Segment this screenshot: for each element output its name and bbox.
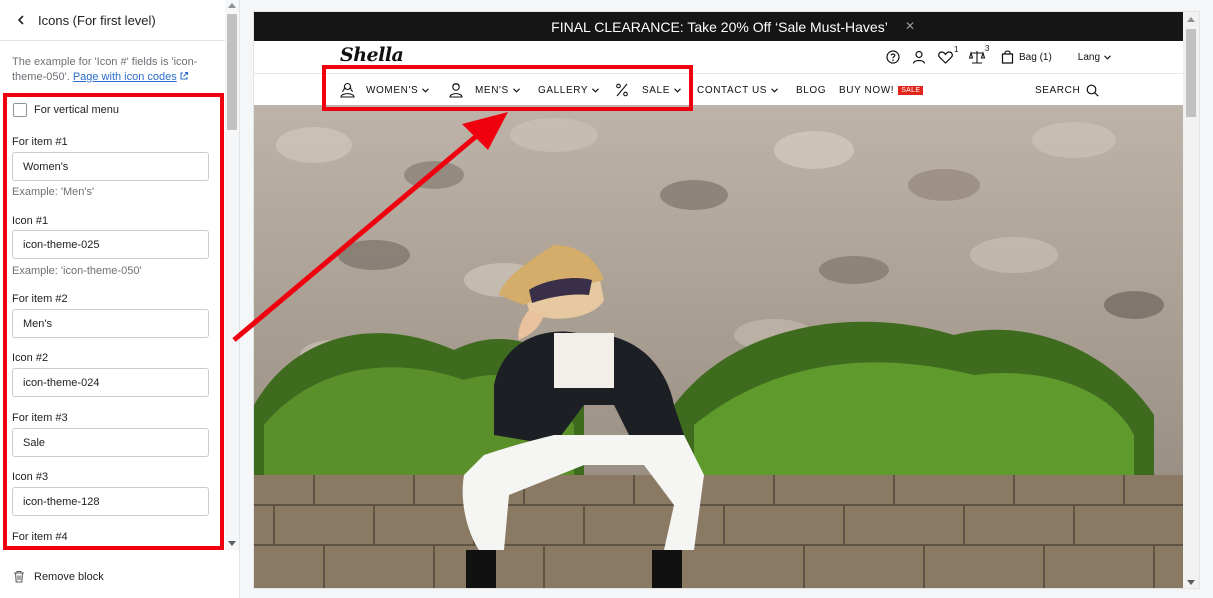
language-selector[interactable]: Lang: [1078, 52, 1111, 63]
search-button[interactable]: SEARCH: [1035, 74, 1099, 106]
nav-buy-now-label: BUY NOW!: [839, 84, 895, 96]
chevron-down-icon: [771, 87, 778, 93]
fields-highlight-box: [3, 93, 224, 550]
panel-scrollbar[interactable]: [225, 0, 239, 550]
external-link-icon: [180, 71, 188, 80]
header-icons: 1 3 Bag (1) Lang: [886, 44, 1111, 64]
scroll-down-icon[interactable]: [1187, 580, 1195, 585]
nav-blog-label: BLOG: [796, 84, 827, 96]
nav-item-contact[interactable]: CONTACT US: [697, 74, 778, 106]
bag-icon: [1001, 50, 1014, 64]
announcement-bar: FINAL CLEARANCE: Take 20% Off ‘Sale Must…: [254, 12, 1185, 41]
compare-count: 3: [985, 44, 990, 53]
search-icon: [1086, 84, 1099, 97]
scroll-down-icon[interactable]: [228, 541, 236, 546]
nav-item-blog[interactable]: BLOG: [796, 74, 826, 106]
search-label: SEARCH: [1035, 84, 1081, 96]
wishlist-count: 1: [954, 44, 959, 54]
trash-icon: [14, 570, 24, 583]
hero-image: [254, 105, 1185, 588]
announcement-text: FINAL CLEARANCE: Take 20% Off ‘Sale Must…: [551, 18, 888, 35]
icon-codes-link[interactable]: Page with icon codes: [73, 71, 177, 83]
nav-contact-label: CONTACT US: [697, 84, 768, 96]
remove-block-button[interactable]: Remove block: [13, 570, 104, 583]
scroll-up-icon[interactable]: [228, 3, 236, 8]
compare-icon[interactable]: 3: [969, 44, 989, 64]
remove-block-label: Remove block: [34, 570, 104, 583]
lang-label: Lang: [1077, 51, 1101, 63]
help-icon[interactable]: [886, 50, 900, 64]
panel-title: Icons (For first level): [38, 12, 156, 28]
preview-scrollbar[interactable]: [1183, 12, 1199, 588]
store-logo[interactable]: Shella: [340, 44, 404, 66]
nav-highlight-box: [322, 65, 693, 111]
account-icon[interactable]: [912, 50, 926, 64]
wishlist-icon[interactable]: 1: [938, 45, 958, 64]
scroll-up-icon[interactable]: [1187, 17, 1195, 22]
bag-button[interactable]: Bag (1): [1001, 50, 1052, 64]
preview-scroll-thumb[interactable]: [1186, 29, 1196, 117]
sale-badge: SALE: [898, 85, 924, 95]
close-icon[interactable]: ✕: [905, 19, 915, 33]
bag-label: Bag (1): [1019, 51, 1052, 63]
panel-header: Icons (For first level): [0, 0, 239, 41]
panel-scroll-thumb[interactable]: [227, 14, 237, 130]
chevron-down-icon: [1104, 54, 1111, 60]
info-text: The example for 'Icon #' fields is 'icon…: [0, 42, 225, 85]
nav-item-buy-now[interactable]: BUY NOW! SALE: [839, 74, 924, 106]
back-icon[interactable]: [12, 11, 30, 29]
